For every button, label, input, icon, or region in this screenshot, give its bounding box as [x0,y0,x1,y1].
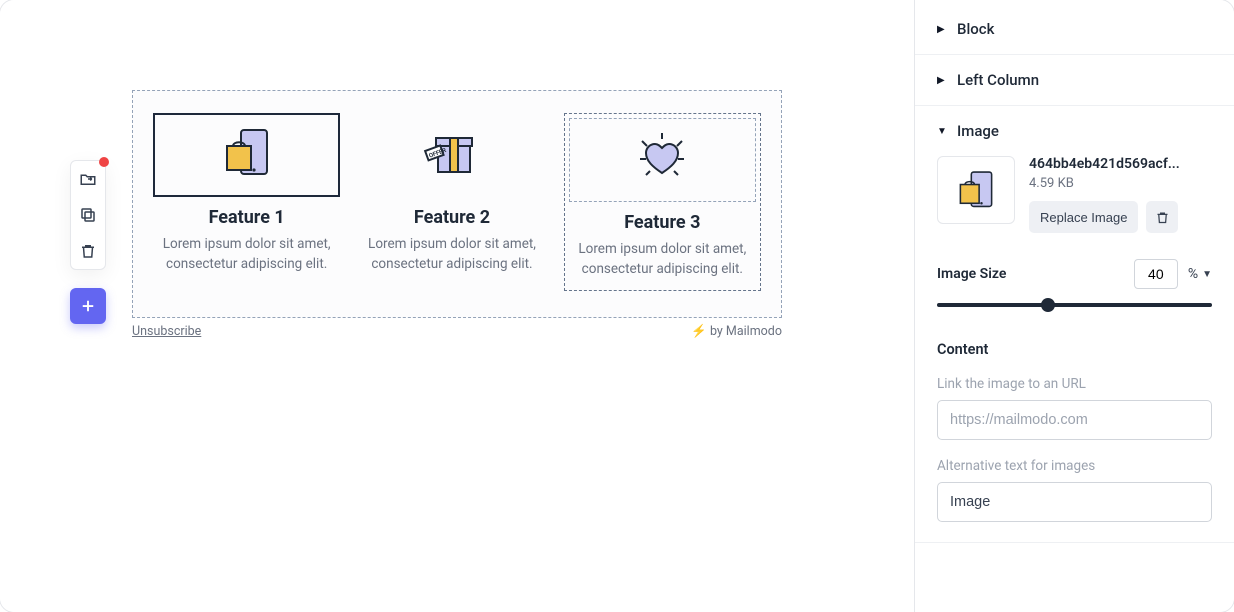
column-3-desc[interactable]: Lorem ipsum dolor sit amet, consectetur … [569,239,756,280]
gift-offer-icon: OFFER [420,124,484,186]
column-3[interactable]: Feature 3 Lorem ipsum dolor sit amet, co… [564,113,761,291]
image-size-label: Image Size [937,266,1006,282]
column-1-image[interactable] [153,113,340,197]
block-toolbar [70,160,106,270]
add-block-button[interactable] [70,288,106,324]
alt-text-label: Alternative text for images [937,458,1212,474]
column-1-desc[interactable]: Lorem ipsum dolor sit amet, consectetur … [153,234,340,275]
email-block[interactable]: Feature 1 Lorem ipsum dolor sit amet, co… [132,90,782,318]
column-2[interactable]: OFFER Feature 2 Lorem ipsum dolor sit am… [358,113,545,291]
section-image-label: Image [957,122,999,140]
section-left-column-label: Left Column [957,71,1039,89]
image-thumbnail[interactable] [937,156,1015,224]
heart-shine-icon [630,129,694,191]
image-filename: 464bb4eb421d569acf... [1029,156,1199,172]
column-2-image[interactable]: OFFER [358,113,545,197]
properties-sidebar: ▶ Block ▶ Left Column ▼ Image [914,0,1234,612]
column-3-image[interactable] [569,118,756,202]
image-size-slider[interactable] [937,303,1212,307]
section-block: ▶ Block [915,4,1234,55]
chevron-right-icon: ▶ [937,24,947,35]
duplicate-button[interactable] [70,197,106,233]
trash-icon [79,242,97,260]
column-2-desc[interactable]: Lorem ipsum dolor sit amet, consectetur … [358,234,545,275]
alt-text-input[interactable] [937,482,1212,522]
column-2-title[interactable]: Feature 2 [358,207,545,228]
section-left-column: ▶ Left Column [915,55,1234,106]
chevron-right-icon: ▶ [937,75,947,86]
notification-dot [99,157,109,167]
unsubscribe-link[interactable]: Unsubscribe [132,324,201,339]
chevron-down-icon: ▼ [937,126,947,137]
email-footer: Unsubscribe ⚡ by Mailmodo [132,324,782,339]
plus-icon [79,297,97,315]
image-size-input[interactable] [1134,259,1178,289]
branding-text: ⚡ by Mailmodo [691,324,782,339]
columns-row: Feature 1 Lorem ipsum dolor sit amet, co… [153,113,761,291]
trash-icon [1155,210,1170,225]
shopping-bag-phone-icon [951,167,1001,213]
section-image-header[interactable]: ▼ Image [915,106,1234,156]
copy-icon [79,206,97,224]
content-heading: Content [937,341,1212,358]
column-1-title[interactable]: Feature 1 [153,207,340,228]
column-3-title[interactable]: Feature 3 [569,212,756,233]
column-1[interactable]: Feature 1 Lorem ipsum dolor sit amet, co… [153,113,340,291]
shopping-bag-phone-icon [215,124,279,186]
chevron-down-icon: ▼ [1202,269,1212,280]
delete-image-button[interactable] [1146,201,1178,233]
delete-button[interactable] [70,233,106,269]
section-left-column-header[interactable]: ▶ Left Column [915,55,1234,105]
replace-image-button[interactable]: Replace Image [1029,201,1138,233]
image-size-unit: % [1188,266,1198,282]
folder-move-icon [79,170,97,188]
image-filesize: 4.59 KB [1029,176,1212,191]
section-image: ▼ Image 464bb4eb421d569acf... [915,106,1234,543]
section-block-label: Block [957,20,994,38]
link-url-input[interactable] [937,400,1212,440]
image-size-unit-select[interactable]: % ▼ [1188,266,1212,282]
section-block-header[interactable]: ▶ Block [915,4,1234,54]
link-url-label: Link the image to an URL [937,376,1212,392]
move-button[interactable] [70,161,106,197]
canvas-area: Feature 1 Lorem ipsum dolor sit amet, co… [0,0,914,612]
